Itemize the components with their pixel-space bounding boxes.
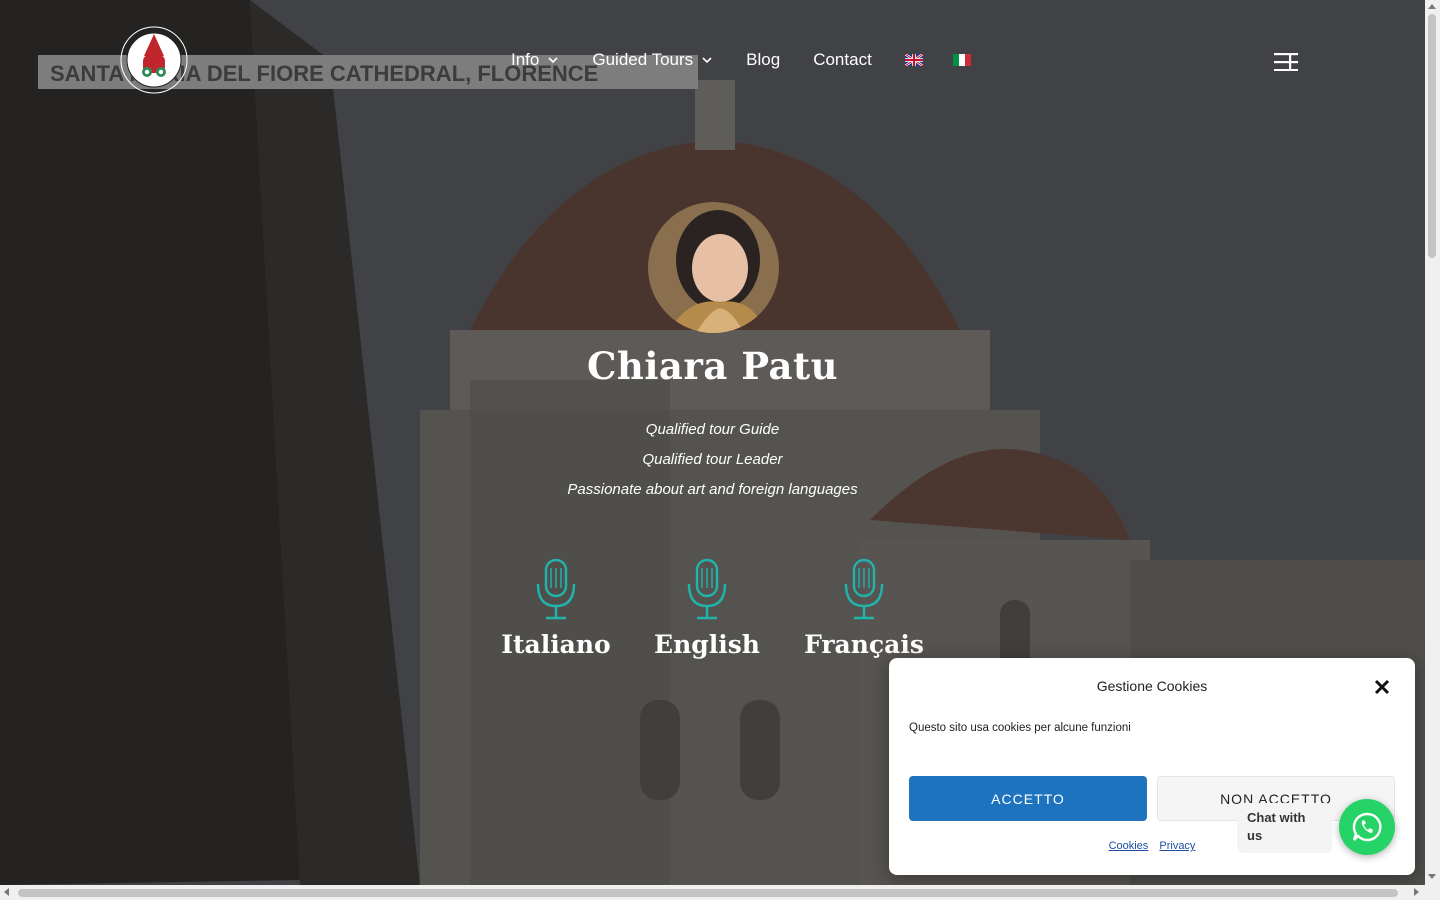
menu-toggle-icon[interactable]	[1274, 53, 1298, 71]
guide-portrait	[648, 202, 779, 333]
hero-line-3: Passionate about art and foreign languag…	[567, 481, 858, 498]
microphone-icon	[844, 558, 884, 620]
nav-guided-tours-label: Guided Tours	[592, 50, 694, 69]
microphone-icon	[687, 558, 727, 620]
language-english: English	[647, 558, 767, 659]
scrollbar-corner	[1425, 885, 1440, 900]
language-label: Français	[804, 630, 924, 659]
language-italiano: Italiano	[496, 558, 616, 659]
language-francais: Français	[801, 558, 927, 659]
nav-info-label: Info	[511, 50, 540, 69]
whatsapp-chat-label[interactable]: Chat with us	[1237, 803, 1332, 853]
site-logo[interactable]	[116, 20, 192, 96]
hero-name: Chiara Patu	[586, 344, 839, 388]
vertical-scrollbar-thumb[interactable]	[1428, 14, 1436, 258]
cookie-consent-dialog: Gestione Cookies Questo sito usa cookies…	[889, 658, 1415, 875]
language-label: Italiano	[501, 630, 611, 659]
uk-flag-icon[interactable]	[904, 54, 923, 66]
vertical-scrollbar[interactable]	[1425, 0, 1440, 885]
horizontal-scrollbar[interactable]	[0, 885, 1425, 900]
cookies-policy-link[interactable]: Cookies	[1109, 840, 1149, 852]
cookie-message: Questo sito usa cookies per alcune funzi…	[909, 722, 1131, 734]
nav-info[interactable]: Info	[511, 50, 559, 70]
close-icon[interactable]	[1374, 679, 1390, 695]
nav-guided-tours[interactable]: Guided Tours	[592, 50, 713, 70]
whatsapp-button[interactable]	[1339, 799, 1395, 855]
chevron-down-icon	[702, 57, 712, 64]
language-label: English	[654, 630, 760, 659]
nav-contact[interactable]: Contact	[813, 50, 872, 70]
microphone-icon	[536, 558, 576, 620]
nav-blog[interactable]: Blog	[746, 50, 780, 70]
main-nav: Info Guided Tours Blog Contact	[511, 50, 1001, 70]
nav-blog-label: Blog	[746, 50, 781, 69]
hero-line-1: Qualified tour Guide	[645, 421, 780, 438]
horizontal-scrollbar-thumb[interactable]	[18, 889, 1398, 897]
cookie-title: Gestione Cookies	[1096, 678, 1208, 694]
whatsapp-icon	[1352, 812, 1382, 842]
hero-line-2: Qualified tour Leader	[642, 451, 783, 468]
cookie-accept-button[interactable]: ACCETTO	[909, 776, 1147, 821]
italy-flag-icon[interactable]	[952, 54, 971, 66]
nav-contact-label: Contact	[813, 50, 872, 69]
cookie-links: Cookies Privacy	[889, 840, 1415, 852]
privacy-policy-link[interactable]: Privacy	[1159, 840, 1195, 852]
chevron-down-icon	[548, 57, 558, 64]
